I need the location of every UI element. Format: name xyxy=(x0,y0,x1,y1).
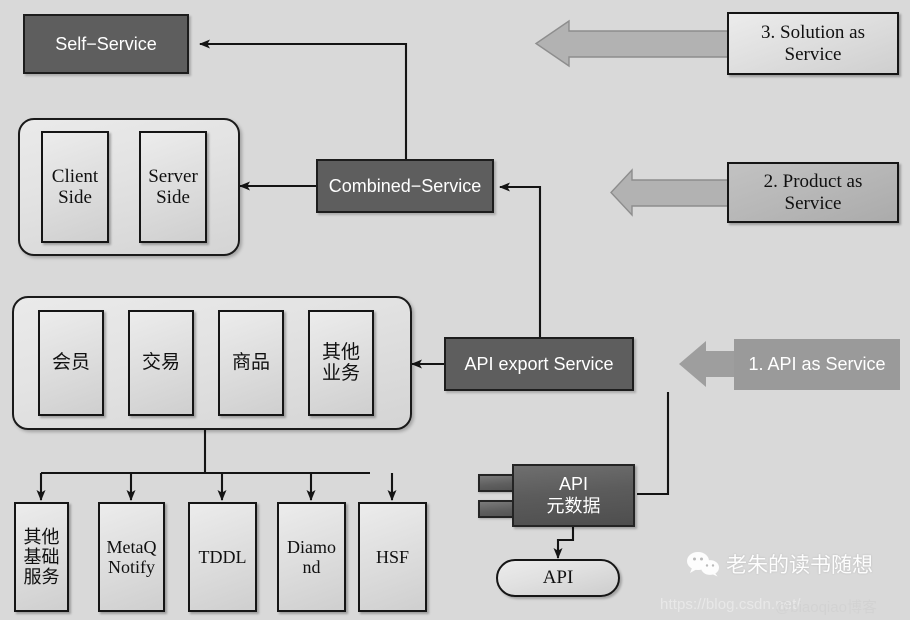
maturity-step-2-label: 2. Product as Service xyxy=(763,170,863,214)
business-item-0[interactable]: 会员 xyxy=(38,310,104,416)
infra-item-3-label: Diamo nd xyxy=(287,536,336,577)
api-output-label: API xyxy=(542,567,574,588)
api-output-capsule[interactable]: API xyxy=(496,559,620,597)
block-arrow-1 xyxy=(679,341,740,387)
combined-service-box[interactable]: Combined−Service xyxy=(316,159,494,213)
infra-item-0[interactable]: 其他 基础 服务 xyxy=(14,502,69,612)
block-arrow-3 xyxy=(534,19,758,68)
infra-item-2-label: TDDL xyxy=(198,546,247,567)
infra-item-4[interactable]: HSF xyxy=(358,502,427,612)
group-item-client-side[interactable]: Client Side xyxy=(41,131,109,243)
api-metadata-component[interactable]: API 元数据 xyxy=(512,464,635,527)
block-arrow-2 xyxy=(610,168,731,217)
combined-service-label: Combined−Service xyxy=(328,175,482,196)
infra-item-1[interactable]: MetaQ Notify xyxy=(98,502,165,612)
watermark-overlay: @biaoqiao博客 xyxy=(775,599,877,616)
infra-item-1-label: MetaQ Notify xyxy=(106,536,157,577)
business-item-2-label: 商品 xyxy=(231,352,270,374)
watermark-account: 老朱的读书随想 xyxy=(686,549,873,579)
infra-item-4-label: HSF xyxy=(375,546,410,567)
maturity-step-3-label: 3. Solution as Service xyxy=(761,22,865,65)
group-item-server-side-label: Server Side xyxy=(148,165,198,208)
infra-item-0-label: 其他 基础 服务 xyxy=(23,526,60,588)
watermark-account-name: 老朱的读书随想 xyxy=(726,553,873,577)
infra-item-3[interactable]: Diamo nd xyxy=(277,502,346,612)
diagram-canvas: Self−Service Client Side Server Side Com… xyxy=(0,0,910,620)
api-metadata-label: API 元数据 xyxy=(546,473,601,516)
infra-item-2[interactable]: TDDL xyxy=(188,502,257,612)
maturity-step-1-label: 1. API as Service xyxy=(748,354,886,374)
api-export-service-label: API export Service xyxy=(464,353,614,374)
business-item-1[interactable]: 交易 xyxy=(128,310,194,416)
maturity-step-2-box[interactable]: 2. Product as Service xyxy=(727,162,899,223)
group-item-server-side[interactable]: Server Side xyxy=(139,131,207,243)
business-item-1-label: 交易 xyxy=(141,352,180,374)
business-item-0-label: 会员 xyxy=(51,352,90,374)
group-item-client-side-label: Client Side xyxy=(51,165,99,208)
self-service-label: Self−Service xyxy=(55,33,157,54)
wechat-icon xyxy=(687,552,719,577)
business-item-2[interactable]: 商品 xyxy=(218,310,284,416)
self-service-box[interactable]: Self−Service xyxy=(23,14,189,74)
business-item-3[interactable]: 其他 业务 xyxy=(308,310,374,416)
api-export-service-box[interactable]: API export Service xyxy=(444,337,634,391)
maturity-step-3-box[interactable]: 3. Solution as Service xyxy=(727,12,899,75)
business-item-3-label: 其他 业务 xyxy=(321,341,360,384)
maturity-step-1-box[interactable]: 1. API as Service xyxy=(734,339,900,390)
